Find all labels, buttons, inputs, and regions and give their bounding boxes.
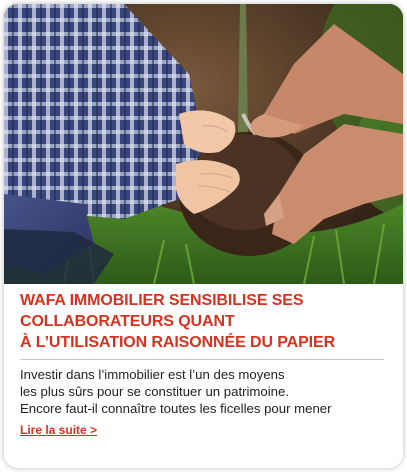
article-excerpt-line: Investir dans l’immobilier est l’un des … [20,367,285,382]
article-title-line: COLLABORATEURS QUANT [20,313,235,330]
article-title-line: WAFA IMMOBILIER SENSIBILISE SES [20,292,304,309]
title-divider [20,359,384,360]
article-excerpt: Investir dans l’immobilier est l’un des … [20,366,388,417]
article-excerpt-line: les plus sûrs pour se constituer un patr… [20,384,290,399]
article-title[interactable]: WAFA IMMOBILIER SENSIBILISE SES COLLABOR… [20,290,388,353]
article-content: WAFA IMMOBILIER SENSIBILISE SES COLLABOR… [20,290,388,439]
read-more-link[interactable]: Lire la suite > [20,423,97,437]
article-excerpt-line: Encore faut-il connaître toutes les fice… [20,401,332,416]
article-title-line: À L’UTILISATION RAISONNÉE DU PAPIER [20,334,336,351]
tree-planting-photo[interactable] [4,4,403,284]
article-card[interactable]: WAFA IMMOBILIER SENSIBILISE SES COLLABOR… [4,4,403,468]
